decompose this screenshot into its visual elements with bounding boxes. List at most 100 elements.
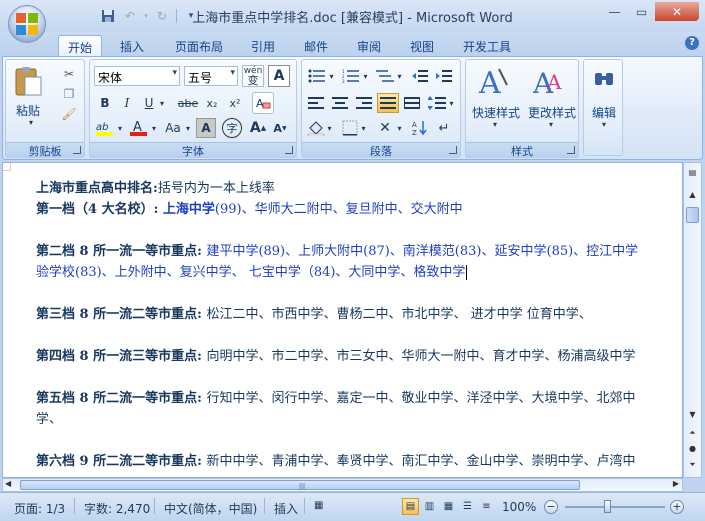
maximize-button[interactable]: ▭ bbox=[628, 2, 655, 21]
scroll-right-icon[interactable]: ▶ bbox=[673, 479, 679, 488]
numbering-icon[interactable]: 123 bbox=[340, 66, 362, 86]
paste-label[interactable]: 粘贴 bbox=[8, 102, 48, 119]
clear-formatting-icon[interactable]: A bbox=[252, 92, 274, 114]
document-line[interactable]: 上海市重点高中排名:括号内为一本上线率 bbox=[36, 177, 275, 196]
macro-record-icon[interactable]: ▦ bbox=[314, 500, 323, 511]
editing-dropdown-icon[interactable]: ▾ bbox=[599, 120, 609, 129]
tab-mailings[interactable]: 邮件 bbox=[294, 35, 338, 56]
bullets-dropdown-icon[interactable]: ▾ bbox=[328, 66, 335, 86]
line-spacing-icon[interactable] bbox=[426, 94, 448, 112]
shrink-font-icon[interactable]: A ▼ bbox=[270, 118, 290, 138]
vertical-scroll-thumb[interactable] bbox=[686, 207, 699, 223]
borders-dropdown-icon[interactable]: ▾ bbox=[360, 118, 367, 138]
quick-styles-label[interactable]: 快速样式 bbox=[468, 104, 524, 121]
char-shading-icon[interactable]: A bbox=[196, 118, 216, 138]
quick-styles-icon[interactable]: A bbox=[476, 64, 512, 98]
numbering-dropdown-icon[interactable]: ▾ bbox=[362, 66, 369, 86]
cut-icon[interactable]: ✂ bbox=[60, 66, 78, 82]
tab-developer[interactable]: 开发工具 bbox=[453, 35, 521, 56]
horizontal-scrollbar[interactable]: ◀ ||| ▶ bbox=[2, 478, 683, 492]
language-status[interactable]: 中文(简体，中国) bbox=[164, 500, 257, 517]
strikethrough-button[interactable]: abe bbox=[176, 94, 200, 112]
font-size-combo[interactable]: 五号 ▾ bbox=[184, 66, 238, 86]
help-icon[interactable]: ? bbox=[685, 36, 699, 50]
multilevel-dropdown-icon[interactable]: ▾ bbox=[396, 66, 403, 86]
vertical-scrollbar[interactable]: ▤ ▲ ▼ ⏶ ● ⏷ bbox=[683, 162, 702, 478]
paste-dropdown-icon[interactable]: ▾ bbox=[26, 118, 36, 127]
document-line[interactable]: 第五档 8 所二流一等市重点: 行知中学、闵行中学、嘉定一中、敬业中学、洋泾中学… bbox=[36, 387, 635, 406]
binoculars-icon[interactable] bbox=[592, 66, 616, 90]
grow-font-icon[interactable]: A ▲ bbox=[248, 118, 268, 138]
document-line[interactable]: 第六档 9 所二流二等市重点: 新中中学、青浦中学、奉贤中学、南汇中学、金山中学… bbox=[36, 450, 635, 469]
document-line[interactable]: 第四档 8 所一流三等市重点: 向明中学、市二中学、市三女中、华师大一附中、育才… bbox=[36, 345, 635, 364]
decrease-indent-icon[interactable] bbox=[410, 66, 430, 86]
page-count[interactable]: 页面: 1/3 bbox=[14, 500, 65, 517]
web-layout-icon[interactable]: ▦ bbox=[440, 498, 457, 515]
sort-icon[interactable]: AZ bbox=[410, 118, 430, 138]
underline-dropdown-icon[interactable]: ▾ bbox=[158, 94, 166, 112]
font-color-icon[interactable]: A bbox=[128, 118, 150, 138]
full-screen-reading-icon[interactable]: ▥ bbox=[421, 498, 438, 515]
office-button[interactable] bbox=[8, 5, 46, 43]
change-styles-icon[interactable]: AA bbox=[532, 64, 568, 98]
increase-indent-icon[interactable] bbox=[434, 66, 454, 86]
align-right-icon[interactable] bbox=[354, 94, 374, 112]
tab-review[interactable]: 审阅 bbox=[347, 35, 391, 56]
multilevel-list-icon[interactable] bbox=[374, 66, 396, 86]
print-layout-view-icon[interactable]: ▤ bbox=[402, 498, 419, 515]
chinese-layout-icon[interactable]: ✕ bbox=[374, 118, 396, 138]
borders-icon[interactable] bbox=[340, 118, 360, 138]
zoom-slider-thumb[interactable] bbox=[604, 500, 611, 513]
paragraph-launcher-icon[interactable] bbox=[449, 146, 457, 154]
format-painter-icon[interactable]: 🖌 bbox=[60, 106, 78, 122]
highlight-dropdown-icon[interactable]: ▾ bbox=[116, 118, 124, 138]
editing-label[interactable]: 编辑 bbox=[584, 104, 624, 121]
outline-view-icon[interactable]: ☰ bbox=[459, 498, 476, 515]
line-spacing-dropdown-icon[interactable]: ▾ bbox=[448, 94, 455, 112]
tab-page-layout[interactable]: 页面布局 bbox=[163, 35, 235, 56]
align-center-icon[interactable] bbox=[330, 94, 350, 112]
font-color-dropdown-icon[interactable]: ▾ bbox=[150, 118, 158, 138]
zoom-slider-track[interactable] bbox=[565, 506, 665, 508]
document-line[interactable]: 第一档（4 大名校）: 上海中学(99)、华师大二附中、复旦附中、交大附中 bbox=[36, 198, 463, 217]
enclose-characters-icon[interactable]: 字 bbox=[222, 118, 242, 138]
document-line[interactable]: 第三档 8 所一流二等市重点: 松江二中、市西中学、曹杨二中、市北中学、 进才中… bbox=[36, 303, 592, 322]
styles-launcher-icon[interactable] bbox=[567, 146, 575, 154]
bold-button[interactable]: B bbox=[96, 94, 114, 112]
tab-home[interactable]: 开始 bbox=[58, 35, 102, 56]
document-line[interactable]: 验学校(83)、上外附中、复兴中学、 七宝中学（84)、大同中学、格致中学 bbox=[36, 261, 468, 280]
word-count[interactable]: 字数: 2,470 bbox=[84, 500, 150, 517]
superscript-button[interactable]: x² bbox=[225, 94, 245, 112]
show-marks-icon[interactable]: ↵ bbox=[434, 118, 454, 138]
tab-references[interactable]: 引用 bbox=[241, 35, 285, 56]
distributed-icon[interactable] bbox=[402, 94, 422, 112]
italic-button[interactable]: I bbox=[118, 94, 136, 112]
highlight-icon[interactable]: ab bbox=[94, 118, 116, 138]
underline-button[interactable]: U bbox=[140, 94, 158, 112]
change-styles-dropdown-icon[interactable]: ▾ bbox=[546, 120, 556, 129]
horizontal-scroll-thumb[interactable]: ||| bbox=[20, 480, 580, 490]
paste-icon[interactable] bbox=[12, 64, 44, 98]
font-name-combo[interactable]: 宋体 ▾ bbox=[94, 66, 180, 86]
close-button[interactable]: ✕ bbox=[655, 2, 699, 21]
change-case-dropdown-icon[interactable]: ▾ bbox=[184, 118, 192, 138]
shading-icon[interactable] bbox=[306, 118, 326, 138]
justify-icon[interactable] bbox=[377, 93, 399, 113]
document-line[interactable]: 学、 bbox=[36, 408, 62, 427]
document-line[interactable]: 第二档 8 所一流一等市重点: 建平中学(89)、上师大附中(87)、南洋模范(… bbox=[36, 240, 638, 259]
shading-dropdown-icon[interactable]: ▾ bbox=[326, 118, 333, 138]
font-launcher-icon[interactable] bbox=[285, 146, 293, 154]
change-case-button[interactable]: Aa bbox=[162, 118, 184, 138]
phonetic-guide-button[interactable]: wén 变 bbox=[242, 65, 264, 87]
select-browse-object-icon[interactable]: ● bbox=[685, 441, 700, 456]
ruler-toggle-icon[interactable]: ▤ bbox=[685, 165, 700, 180]
tab-view[interactable]: 视图 bbox=[400, 35, 444, 56]
subscript-button[interactable]: x₂ bbox=[202, 94, 222, 112]
chinese-layout-dropdown-icon[interactable]: ▾ bbox=[396, 118, 403, 138]
tab-insert[interactable]: 插入 bbox=[110, 35, 154, 56]
minimize-button[interactable]: — bbox=[601, 2, 628, 21]
zoom-out-button[interactable]: − bbox=[544, 500, 558, 514]
copy-icon[interactable]: ❐ bbox=[60, 86, 78, 102]
bullets-icon[interactable] bbox=[306, 66, 328, 86]
scroll-down-icon[interactable]: ▼ bbox=[685, 407, 700, 422]
